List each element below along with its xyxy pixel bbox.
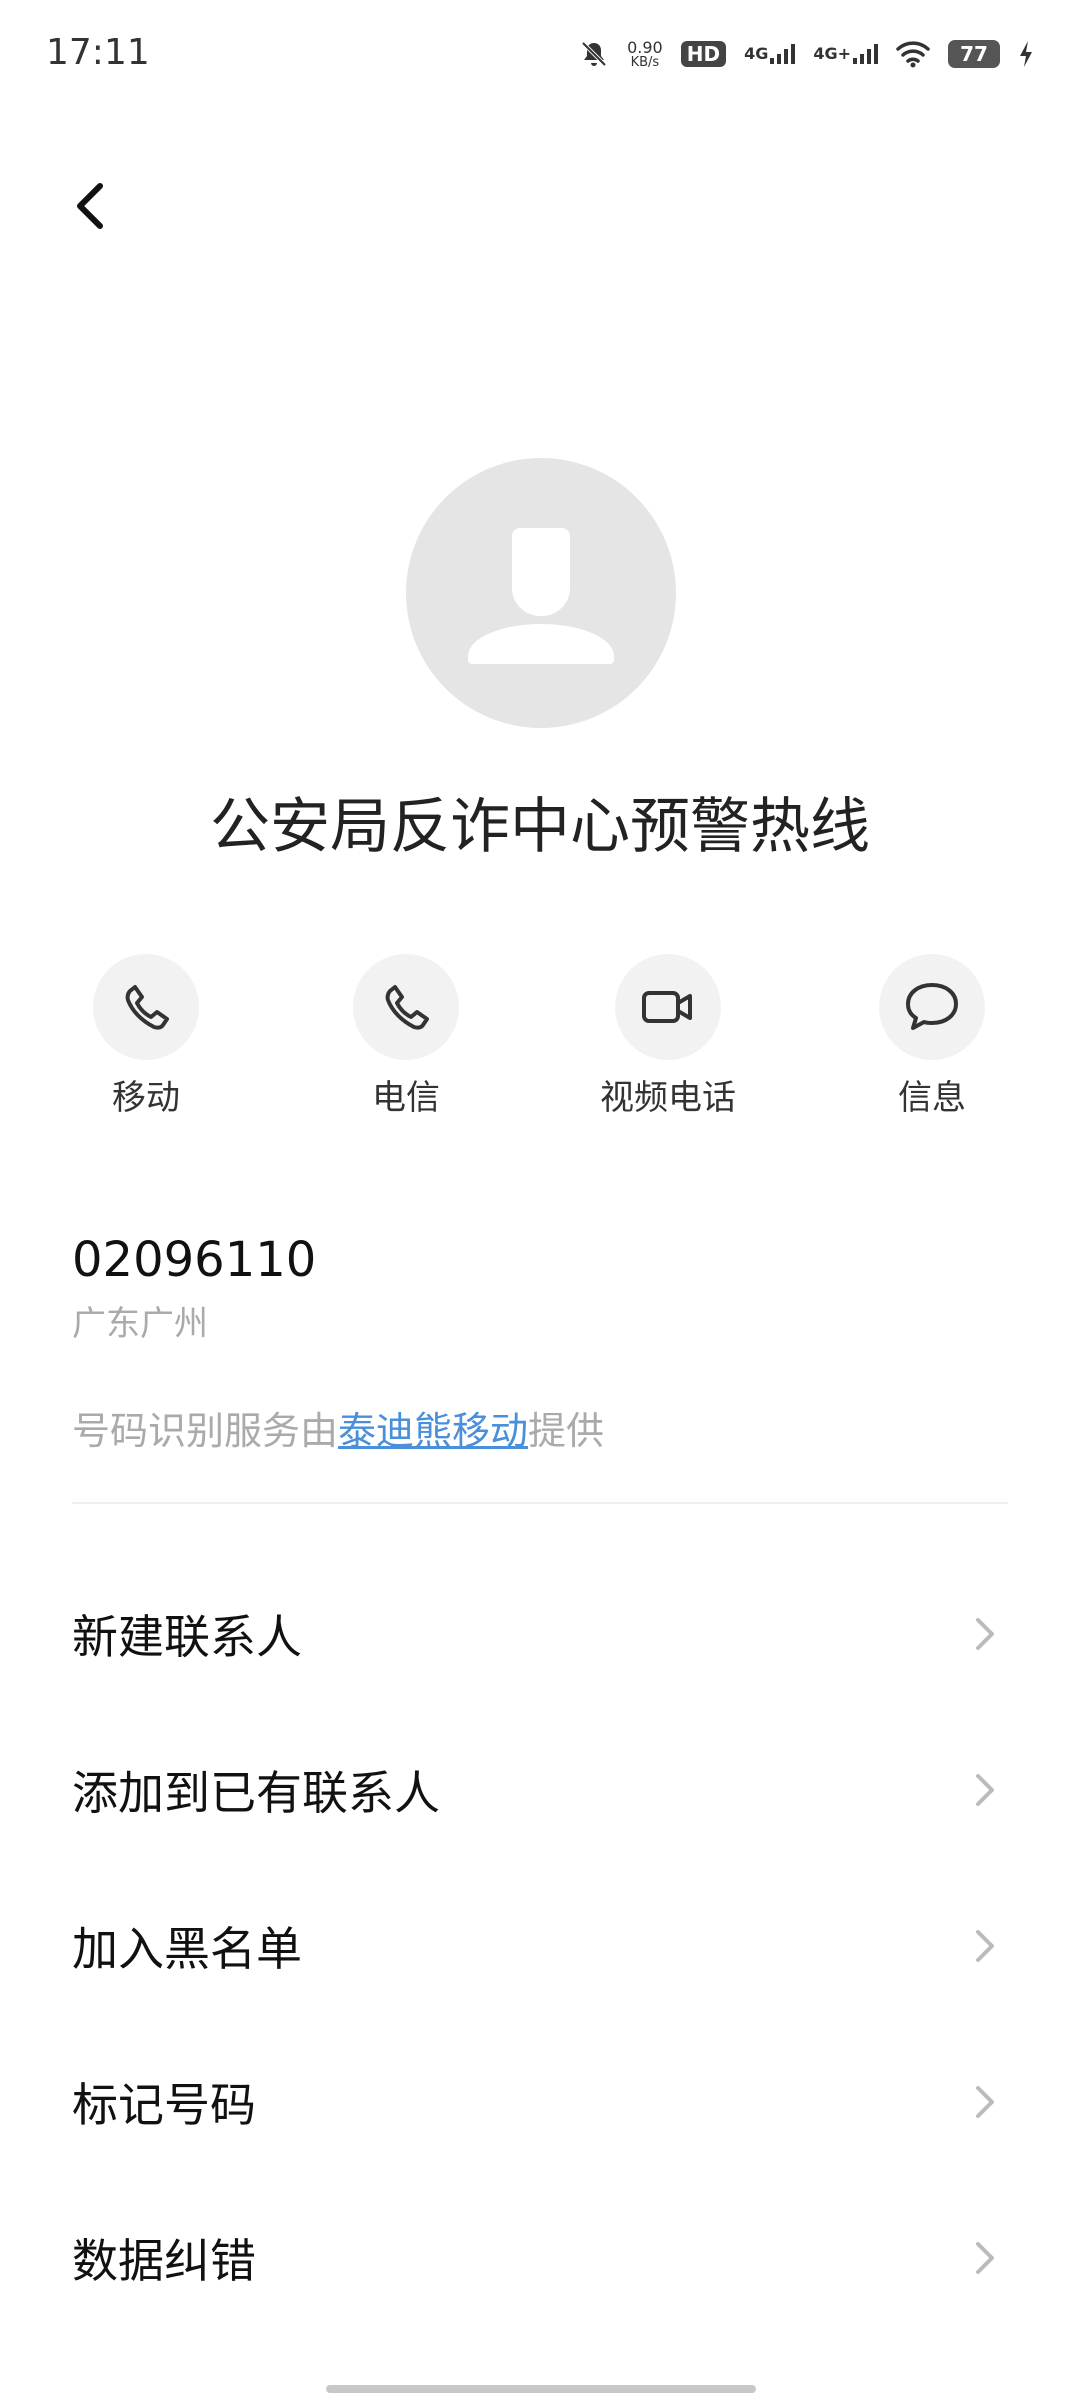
message-label: 信息 <box>898 1078 966 1118</box>
options-menu: 新建联系人 添加到已有联系人 加入黑名单 标记号码 数据纠错 <box>0 1556 1080 2336</box>
mute-bell-icon <box>581 41 607 67</box>
phone-number[interactable]: 02096110 <box>72 1232 316 1288</box>
status-time: 17:11 <box>46 32 150 73</box>
phone-icon <box>385 985 429 1030</box>
message-bubble-icon <box>906 983 958 1030</box>
provider-notice: 号码识别服务由泰迪熊移动提供 <box>72 1400 604 1455</box>
menu-item-mark-number[interactable]: 标记号码 <box>0 2024 1080 2180</box>
chevron-right-icon <box>976 1930 994 1962</box>
speed-value: 0.90 <box>627 37 663 57</box>
chevron-right-icon <box>976 1618 994 1650</box>
back-arrow-icon <box>77 183 103 229</box>
wifi-icon <box>896 41 930 68</box>
battery-icon: 77 <box>948 40 1000 68</box>
provider-suffix: 提供 <box>528 1409 605 1453</box>
home-indicator[interactable] <box>326 2385 756 2393</box>
call-mobile-label: 移动 <box>112 1078 180 1118</box>
contact-avatar <box>406 458 676 728</box>
menu-item-add-to-existing[interactable]: 添加到已有联系人 <box>0 1712 1080 1868</box>
call-mobile-circle <box>93 954 199 1060</box>
phone-icon <box>125 985 169 1030</box>
menu-item-new-contact[interactable]: 新建联系人 <box>0 1556 1080 1712</box>
video-call-circle <box>615 954 721 1060</box>
video-call-label: 视频电话 <box>600 1078 736 1118</box>
video-camera-icon <box>642 991 692 1023</box>
menu-item-label: 数据纠错 <box>72 2234 256 2288</box>
status-bar: 17:11 0.90 KB/s HD 4G 4G+ 77 <box>0 0 1080 110</box>
sim1-network-type: 4G <box>744 44 769 63</box>
action-row: 移动 电信 视频电话 信息 <box>0 954 1080 1118</box>
message-button[interactable]: 信息 <box>832 954 1032 1119</box>
menu-item-label: 加入黑名单 <box>72 1922 302 1976</box>
sim1-signal-icon: 4G <box>744 44 796 64</box>
call-telecom-circle <box>353 954 459 1060</box>
menu-item-label: 标记号码 <box>72 2078 256 2132</box>
charging-bolt-icon <box>1020 41 1032 67</box>
sim2-network-type: 4G+ <box>813 44 851 63</box>
status-icons: 0.90 KB/s HD 4G 4G+ 77 <box>579 34 1034 74</box>
menu-item-label: 添加到已有联系人 <box>72 1766 440 1820</box>
call-mobile-button[interactable]: 移动 <box>46 954 246 1119</box>
number-info: 02096110 广东广州 <box>72 1232 316 1345</box>
divider <box>72 1502 1008 1504</box>
hd-voice-icon: HD <box>680 41 727 67</box>
person-placeholder-icon <box>468 528 614 664</box>
speed-unit: KB/s <box>630 54 660 70</box>
menu-item-label: 新建联系人 <box>72 1610 302 1664</box>
contact-name: 公安局反诈中心预警热线 <box>210 792 870 862</box>
back-button[interactable] <box>64 176 124 236</box>
provider-prefix: 号码识别服务由 <box>72 1409 339 1453</box>
sim2-signal-icon: 4G+ <box>813 44 878 64</box>
chevron-right-icon <box>976 2086 994 2118</box>
call-telecom-label: 电信 <box>372 1078 440 1118</box>
menu-item-data-correction[interactable]: 数据纠错 <box>0 2180 1080 2336</box>
message-circle <box>879 954 985 1060</box>
provider-link[interactable]: 泰迪熊移动 <box>338 1409 528 1453</box>
number-location: 广东广州 <box>72 1304 208 1344</box>
call-telecom-button[interactable]: 电信 <box>306 954 506 1119</box>
chevron-right-icon <box>976 1774 994 1806</box>
menu-item-blacklist[interactable]: 加入黑名单 <box>0 1868 1080 2024</box>
network-speed: 0.90 KB/s <box>627 37 663 70</box>
chevron-right-icon <box>976 2242 994 2274</box>
video-call-button[interactable]: 视频电话 <box>568 954 768 1119</box>
